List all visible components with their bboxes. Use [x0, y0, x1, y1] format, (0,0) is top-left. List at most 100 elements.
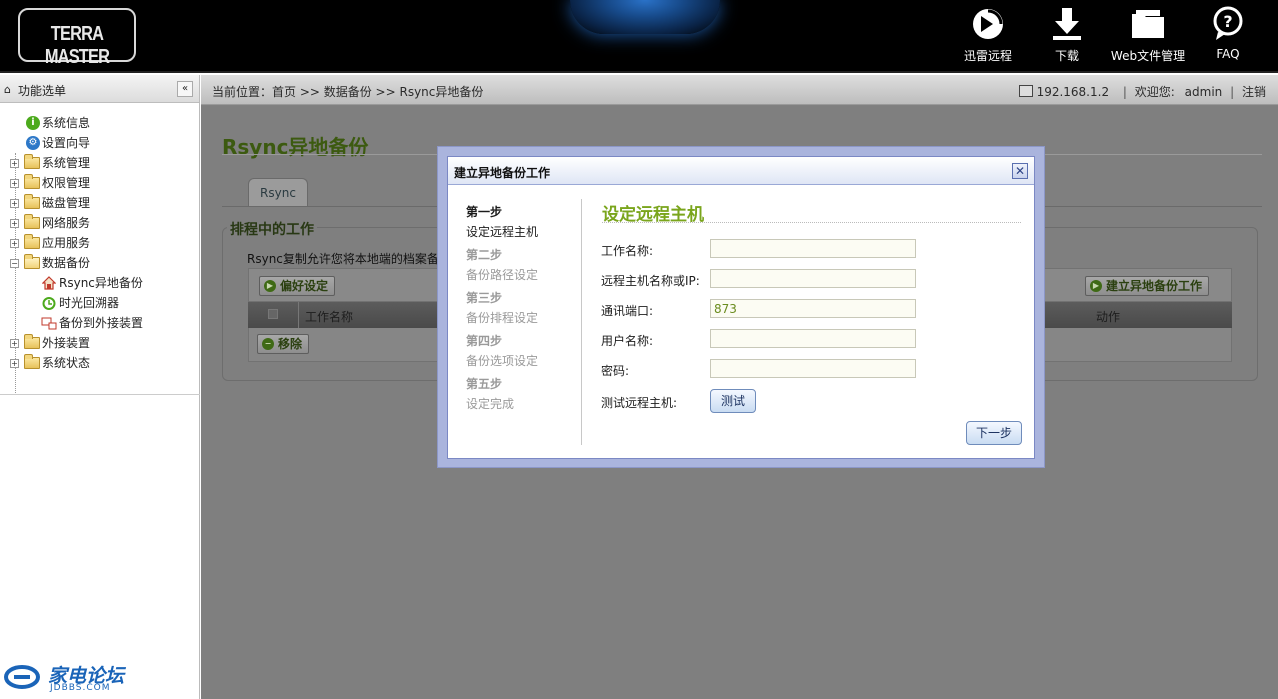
menu-tree: i 系统信息 ⚙ 设置向导 + 系统管理 + 权限管理 + 磁盘管理 + 网络服… [0, 113, 200, 395]
remove-label: 移除 [278, 337, 303, 351]
sidebar-item-rsync-backup[interactable]: Rsync异地备份 [0, 273, 200, 293]
sidebar: ⌂ 功能选单 « i 系统信息 ⚙ 设置向导 + 系统管理 + 权限管理 + 磁… [0, 75, 200, 699]
expand-icon[interactable]: + [10, 199, 19, 208]
ip-address: 192.168.1.2 [1036, 85, 1110, 99]
wizard-gear-icon: ⚙ [26, 136, 40, 150]
username-input[interactable] [710, 329, 916, 348]
sidebar-item-system-status[interactable]: + 系统状态 [0, 353, 200, 373]
step-5-label: 设定完成 [466, 397, 515, 411]
dialog-title: 建立异地备份工作 [454, 166, 551, 180]
sidebar-item-label: 权限管理 [42, 176, 91, 190]
watermark-subtext: JDBBS.COM [50, 683, 111, 693]
test-button[interactable]: 测试 [710, 389, 756, 413]
sidebar-item-label: 备份到外接装置 [59, 316, 144, 330]
expand-icon[interactable]: + [10, 239, 19, 248]
sidebar-item-label: 系统状态 [42, 356, 91, 370]
column-divider [298, 302, 299, 328]
collapse-icon[interactable]: − [10, 259, 19, 268]
username: admin [1184, 85, 1223, 99]
preferences-button[interactable]: ▶ 偏好设定 [259, 276, 336, 296]
logout-link[interactable]: 注销 [1242, 85, 1266, 99]
step-2-title: 第二步 [466, 248, 503, 262]
terramaster-logo[interactable]: TERRA MASTER [18, 8, 136, 68]
breadcrumb: 当前位置：首页 >> 数据备份 >> Rsync异地备份 [212, 85, 484, 99]
sidebar-item-time-machine[interactable]: 时光回溯器 [0, 293, 200, 313]
sidebar-item-data-backup[interactable]: − 数据备份 [0, 253, 200, 273]
help-icon: ? [1208, 6, 1248, 42]
sidebar-item-label: 数据备份 [42, 256, 91, 270]
watermark-logo: 家电论坛 JDBBS.COM [4, 663, 134, 693]
column-job-name: 工作名称 [305, 310, 354, 324]
folder-icon [24, 334, 40, 349]
sidebar-item-external-devices[interactable]: + 外接装置 [0, 333, 200, 353]
job-name-input[interactable] [710, 239, 916, 258]
sidebar-item-label: Rsync异地备份 [59, 276, 143, 290]
password-label: 密码: [601, 364, 630, 378]
sidebar-item-label: 系统信息 [42, 116, 91, 130]
jdbbs-logo-icon [4, 665, 40, 689]
password-input[interactable] [710, 359, 916, 378]
step-2-label: 备份路径设定 [466, 268, 539, 282]
download-button[interactable]: 下载 [1044, 6, 1090, 68]
svg-text:?: ? [1223, 12, 1232, 31]
job-name-label: 工作名称: [601, 244, 654, 258]
port-label: 通讯端口: [601, 304, 654, 318]
select-all-checkbox[interactable] [268, 309, 278, 319]
expand-icon[interactable]: + [10, 219, 19, 228]
folder-icon [24, 194, 40, 209]
external-backup-icon [41, 316, 57, 330]
sidebar-item-label: 外接装置 [42, 336, 91, 350]
sidebar-item-permissions[interactable]: + 权限管理 [0, 173, 200, 193]
sidebar-item-label: 应用服务 [42, 236, 91, 250]
section-title: 排程中的工作 [227, 219, 317, 239]
test-remote-host-label: 测试远程主机: [601, 396, 678, 410]
faq-label: FAQ [1216, 47, 1240, 61]
sidebar-item-label: 磁盘管理 [42, 196, 91, 210]
web-file-manager-button[interactable]: Web文件管理 [1110, 6, 1186, 68]
web-file-manager-label: Web文件管理 [1110, 49, 1186, 63]
folder-icon [24, 354, 40, 369]
sidebar-item-network-services[interactable]: + 网络服务 [0, 213, 200, 233]
step-5-title: 第五步 [466, 377, 503, 391]
create-backup-job-button[interactable]: ▶ 建立异地备份工作 [1085, 276, 1210, 296]
section-description: Rsync复制允许您将本地端的档案备份 [247, 252, 451, 266]
thunder-remote-button[interactable]: 迅雷远程 [960, 6, 1016, 68]
sidebar-item-system-management[interactable]: + 系统管理 [0, 153, 200, 173]
create-backup-job-dialog: 建立异地备份工作 ✕ 第一步 设定远程主机 第二步 备份路径设定 第三步 备份排… [447, 156, 1035, 459]
tab-rsync[interactable]: Rsync [248, 178, 308, 206]
sidebar-item-setup-wizard[interactable]: ⚙ 设置向导 [0, 133, 200, 153]
next-step-button[interactable]: 下一步 [966, 421, 1022, 445]
sidebar-title: 功能选单 [18, 84, 67, 98]
port-input[interactable] [710, 299, 916, 318]
username-label: 用户名称: [601, 334, 654, 348]
remote-host-label: 远程主机名称或IP: [601, 274, 700, 288]
folder-icon [1128, 6, 1168, 42]
remove-button[interactable]: − 移除 [257, 334, 310, 354]
sidebar-item-system-info[interactable]: i 系统信息 [0, 113, 200, 133]
remote-host-input[interactable] [710, 269, 916, 288]
home-icon: ⌂ [4, 83, 11, 96]
folder-open-icon [24, 254, 40, 269]
sidebar-item-disk-management[interactable]: + 磁盘管理 [0, 193, 200, 213]
expand-icon[interactable]: + [10, 159, 19, 168]
rsync-icon [41, 276, 57, 290]
sidebar-item-label: 时光回溯器 [59, 296, 120, 310]
sidebar-item-label: 网络服务 [42, 216, 91, 230]
expand-icon[interactable]: + [10, 339, 19, 348]
download-icon [1047, 6, 1087, 42]
form-title-divider [602, 222, 1021, 223]
step-3-label: 备份排程设定 [466, 311, 539, 325]
step-1-label: 设定远程主机 [466, 225, 539, 239]
sidebar-item-app-services[interactable]: + 应用服务 [0, 233, 200, 253]
dialog-titlebar[interactable]: 建立异地备份工作 ✕ [448, 157, 1034, 185]
collapse-sidebar-button[interactable]: « [177, 81, 193, 97]
step-4-title: 第四步 [466, 334, 503, 348]
faq-button[interactable]: ? FAQ [1206, 6, 1250, 68]
sidebar-item-external-backup[interactable]: 备份到外接装置 [0, 313, 200, 333]
top-header: TERRA MASTER 迅雷远程 下载 Web文件管理 ? FAQ [0, 0, 1278, 73]
page-title: Rsync异地备份 [222, 135, 369, 159]
expand-icon[interactable]: + [10, 179, 19, 188]
expand-icon[interactable]: + [10, 359, 19, 368]
folder-icon [24, 174, 40, 189]
close-icon[interactable]: ✕ [1012, 163, 1028, 179]
